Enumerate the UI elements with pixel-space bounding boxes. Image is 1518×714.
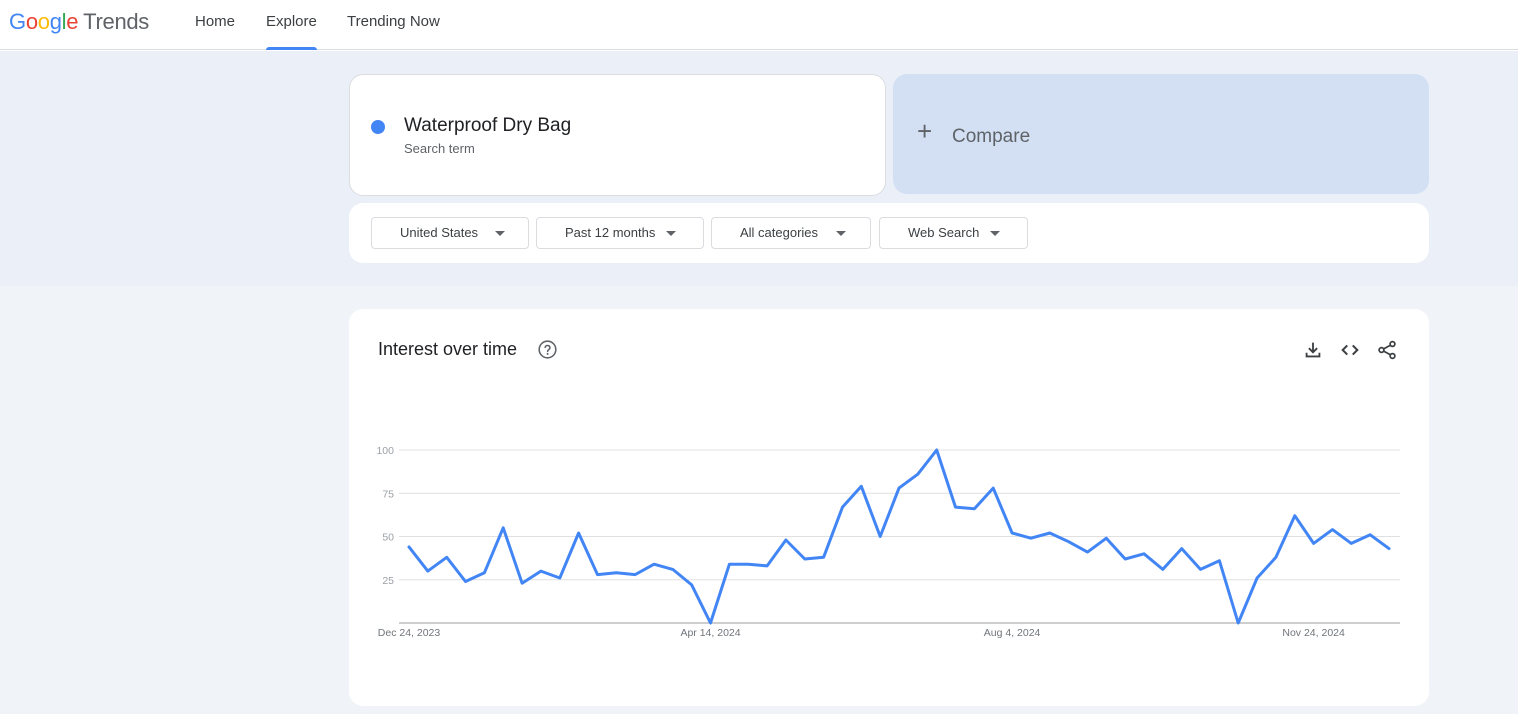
- nav-trending-now[interactable]: Trending Now: [347, 0, 440, 50]
- interest-line-chart: 25 50 75 100 Dec 24, 2023 Apr 14, 2024 Aug 4,…: [376, 445, 1400, 639]
- logo-letter: g: [49, 9, 62, 34]
- nav-home[interactable]: Home: [195, 0, 235, 50]
- caret-down-icon: [666, 231, 676, 236]
- x-tick-label: Dec 24, 2023: [378, 627, 441, 639]
- logo-trends-text: Trends: [83, 9, 150, 34]
- logo-letter: o: [25, 9, 38, 34]
- interest-over-time-card: Interest over time 25 50 75 100 Dec 24, 202…: [349, 309, 1429, 706]
- filters-bar: United States Past 12 months All categor…: [349, 203, 1429, 263]
- x-tick-label: Aug 4, 2024: [984, 627, 1041, 639]
- term-color-dot: [371, 120, 385, 134]
- filter-category-label: All categories: [740, 225, 819, 240]
- logo-letter: o: [37, 9, 50, 34]
- filter-search-type-label: Web Search: [908, 225, 980, 240]
- compare-label: Compare: [952, 126, 1031, 147]
- caret-down-icon: [990, 231, 1000, 236]
- nav-explore[interactable]: Explore: [266, 0, 317, 50]
- y-tick-label: 75: [382, 488, 394, 500]
- filter-location[interactable]: United States: [371, 217, 529, 249]
- y-tick-label: 25: [382, 575, 394, 587]
- x-tick-label: Nov 24, 2024: [1282, 627, 1345, 639]
- logo-letter: G: [9, 9, 26, 34]
- google-trends-logo[interactable]: Google Trends: [9, 9, 149, 35]
- y-tick-label: 50: [382, 532, 394, 544]
- filter-category[interactable]: All categories: [711, 217, 871, 249]
- compare-button[interactable]: + Compare: [893, 74, 1429, 194]
- plus-icon: +: [917, 116, 933, 146]
- y-tick-label: 100: [376, 445, 394, 457]
- top-header: Google Trends Home Explore Trending Now: [0, 0, 1518, 50]
- search-term-name[interactable]: Waterproof Dry Bag: [404, 115, 571, 137]
- caret-down-icon: [495, 231, 505, 236]
- filter-location-label: United States: [400, 225, 479, 240]
- x-tick-label: Apr 14, 2024: [680, 627, 740, 639]
- filter-search-type[interactable]: Web Search: [879, 217, 1028, 249]
- filter-time-range-label: Past 12 months: [565, 225, 656, 240]
- search-term-type: Search term: [404, 141, 475, 156]
- search-term-card[interactable]: Waterproof Dry Bag Search term: [349, 74, 886, 196]
- filter-time-range[interactable]: Past 12 months: [536, 217, 704, 249]
- logo-letter: e: [66, 9, 79, 34]
- caret-down-icon: [836, 231, 846, 236]
